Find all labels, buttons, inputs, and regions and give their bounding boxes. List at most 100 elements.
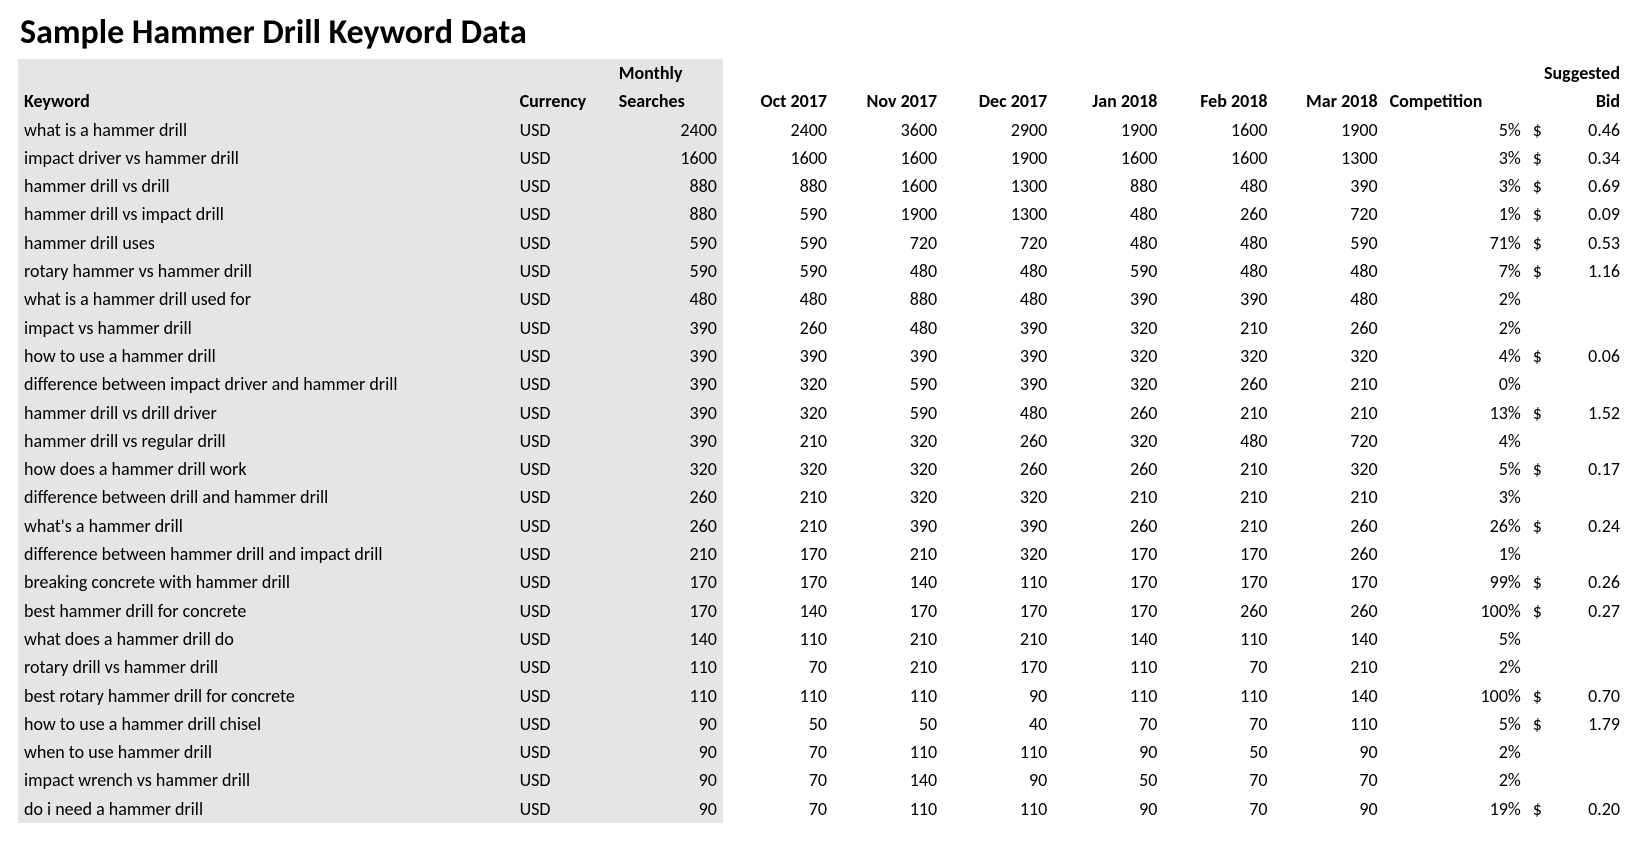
cell-month-2: 1900 xyxy=(943,144,1053,172)
cell-month-2: 390 xyxy=(943,370,1053,398)
cell-monthly: 110 xyxy=(613,682,723,710)
cell-competition: 99% xyxy=(1384,568,1527,596)
cell-competition: 0% xyxy=(1384,370,1527,398)
cell-competition: 1% xyxy=(1384,540,1527,568)
cell-competition: 3% xyxy=(1384,144,1527,172)
cell-competition: 26% xyxy=(1384,512,1527,540)
cell-keyword: impact vs hammer drill xyxy=(18,314,514,342)
cell-month-5: 210 xyxy=(1273,483,1383,511)
cell-month-3: 880 xyxy=(1053,172,1163,200)
cell-month-2: 320 xyxy=(943,540,1053,568)
cell-currency: USD xyxy=(514,229,613,257)
cell-keyword: hammer drill vs regular drill xyxy=(18,427,514,455)
cell-month-1: 210 xyxy=(833,653,943,681)
cell-month-2: 110 xyxy=(943,795,1053,823)
cell-month-5: 1300 xyxy=(1273,144,1383,172)
cell-month-2: 210 xyxy=(943,625,1053,653)
cell-monthly: 390 xyxy=(613,314,723,342)
table-row: how to use a hammer drillUSD390390390390… xyxy=(18,342,1626,370)
cell-competition: 2% xyxy=(1384,766,1527,794)
cell-month-0: 140 xyxy=(723,597,833,625)
header-row-1: Monthly Suggested xyxy=(18,59,1626,87)
cell-monthly: 480 xyxy=(613,285,723,313)
cell-monthly: 2400 xyxy=(613,116,723,144)
cell-month-1: 590 xyxy=(833,370,943,398)
cell-month-5: 70 xyxy=(1273,766,1383,794)
cell-monthly: 390 xyxy=(613,399,723,427)
cell-monthly: 90 xyxy=(613,766,723,794)
cell-month-0: 70 xyxy=(723,795,833,823)
cell-bid xyxy=(1549,427,1626,455)
table-row: what is a hammer drillUSD240024003600290… xyxy=(18,116,1626,144)
cell-month-0: 210 xyxy=(723,483,833,511)
table-row: difference between impact driver and ham… xyxy=(18,370,1626,398)
cell-keyword: do i need a hammer drill xyxy=(18,795,514,823)
cell-monthly: 1600 xyxy=(613,144,723,172)
cell-month-3: 260 xyxy=(1053,512,1163,540)
cell-keyword: how does a hammer drill work xyxy=(18,455,514,483)
cell-month-0: 480 xyxy=(723,285,833,313)
cell-bid: 0.53 xyxy=(1549,229,1626,257)
cell-competition: 13% xyxy=(1384,399,1527,427)
cell-month-0: 2400 xyxy=(723,116,833,144)
cell-month-0: 210 xyxy=(723,427,833,455)
cell-month-1: 110 xyxy=(833,738,943,766)
cell-month-4: 70 xyxy=(1163,710,1273,738)
cell-month-5: 590 xyxy=(1273,229,1383,257)
cell-month-3: 480 xyxy=(1053,229,1163,257)
cell-keyword: difference between impact driver and ham… xyxy=(18,370,514,398)
cell-bid-symbol: $ xyxy=(1527,682,1549,710)
cell-currency: USD xyxy=(514,399,613,427)
cell-month-1: 140 xyxy=(833,568,943,596)
cell-bid xyxy=(1549,766,1626,794)
cell-competition: 2% xyxy=(1384,738,1527,766)
cell-month-5: 260 xyxy=(1273,512,1383,540)
cell-month-4: 70 xyxy=(1163,795,1273,823)
cell-month-1: 1900 xyxy=(833,200,943,228)
cell-month-2: 110 xyxy=(943,738,1053,766)
cell-bid xyxy=(1549,653,1626,681)
cell-bid: 0.27 xyxy=(1549,597,1626,625)
cell-monthly: 390 xyxy=(613,427,723,455)
cell-month-3: 90 xyxy=(1053,795,1163,823)
cell-month-4: 1600 xyxy=(1163,116,1273,144)
cell-month-5: 480 xyxy=(1273,285,1383,313)
cell-bid xyxy=(1549,370,1626,398)
cell-bid-symbol: $ xyxy=(1527,795,1549,823)
cell-month-4: 480 xyxy=(1163,172,1273,200)
col-currency: Currency xyxy=(514,87,613,115)
table-row: impact driver vs hammer drillUSD16001600… xyxy=(18,144,1626,172)
cell-bid-symbol: $ xyxy=(1527,144,1549,172)
cell-month-4: 260 xyxy=(1163,200,1273,228)
cell-month-4: 390 xyxy=(1163,285,1273,313)
cell-month-1: 1600 xyxy=(833,144,943,172)
cell-keyword: hammer drill vs impact drill xyxy=(18,200,514,228)
cell-month-5: 110 xyxy=(1273,710,1383,738)
cell-month-0: 210 xyxy=(723,512,833,540)
cell-competition: 2% xyxy=(1384,285,1527,313)
table-row: what's a hammer drillUSD2602103903902602… xyxy=(18,512,1626,540)
cell-month-0: 170 xyxy=(723,540,833,568)
table-row: hammer drill vs drill driverUSD390320590… xyxy=(18,399,1626,427)
table-row: how to use a hammer drill chiselUSD90505… xyxy=(18,710,1626,738)
cell-month-4: 210 xyxy=(1163,512,1273,540)
cell-month-2: 90 xyxy=(943,682,1053,710)
cell-month-2: 1300 xyxy=(943,172,1053,200)
cell-bid-symbol: $ xyxy=(1527,512,1549,540)
cell-currency: USD xyxy=(514,314,613,342)
cell-competition: 2% xyxy=(1384,314,1527,342)
cell-month-5: 720 xyxy=(1273,427,1383,455)
cell-month-0: 70 xyxy=(723,766,833,794)
cell-currency: USD xyxy=(514,540,613,568)
cell-month-4: 210 xyxy=(1163,455,1273,483)
cell-bid xyxy=(1549,540,1626,568)
col-month-1: Nov 2017 xyxy=(833,87,943,115)
cell-keyword: rotary hammer vs hammer drill xyxy=(18,257,514,285)
col-keyword: Keyword xyxy=(18,87,514,115)
cell-monthly: 390 xyxy=(613,370,723,398)
cell-month-4: 480 xyxy=(1163,427,1273,455)
cell-month-4: 170 xyxy=(1163,568,1273,596)
cell-month-3: 260 xyxy=(1053,455,1163,483)
cell-month-0: 320 xyxy=(723,455,833,483)
cell-month-2: 320 xyxy=(943,483,1053,511)
